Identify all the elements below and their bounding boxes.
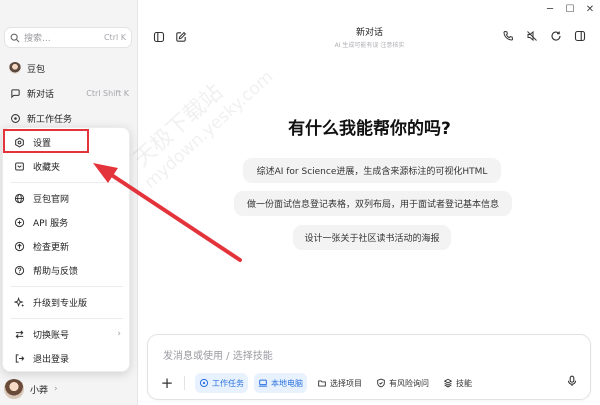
user-profile[interactable]: 小莽 › (4, 378, 58, 400)
chevron-right-icon: › (117, 329, 121, 339)
search-input[interactable]: 搜索... Ctrl K (4, 27, 132, 48)
tool-skills[interactable]: 技能 (439, 373, 476, 393)
menu-item-label: 设置 (33, 138, 52, 149)
project-icon (318, 380, 326, 387)
menu-divider (11, 318, 123, 319)
settings-menu: 设置 收藏夹 豆包官网 API 服务 检查更新 帮助与反馈 升级到专业版 切换账… (2, 127, 130, 372)
tool-label: 有风险询问 (389, 378, 429, 388)
sidebar-item-label: 新对话 (27, 89, 55, 100)
mute-icon[interactable] (526, 30, 538, 45)
window-controls: ─ ☐ ✕ (540, 0, 600, 18)
search-placeholder: 搜索... (24, 34, 51, 44)
api-icon (13, 216, 25, 228)
tool-label: 本地电脑 (271, 378, 303, 388)
suggestion-chip[interactable]: 设计一张关于社区读书活动的海报 (293, 225, 451, 250)
menu-item-label: 收藏夹 (33, 162, 61, 173)
composer-toolbar: + 工作任务 本地电脑 选择项目 有风险询问 技能 (160, 373, 476, 393)
menu-item-check-update[interactable]: 检查更新 (3, 234, 131, 258)
tool-local-computer[interactable]: 本地电脑 (254, 373, 307, 393)
menu-item-label: 帮助与反馈 (33, 266, 79, 277)
menu-divider (11, 182, 123, 183)
menu-divider (11, 286, 123, 287)
sidebar-item-doubao[interactable]: 豆包 (4, 58, 134, 78)
message-input[interactable]: 发消息或使用 / 选择技能 (163, 347, 273, 362)
menu-item-label: 检查更新 (33, 242, 70, 253)
tool-select-project[interactable]: 选择项目 (313, 373, 366, 393)
search-icon (10, 33, 20, 42)
menu-item-settings[interactable]: 设置 (3, 130, 131, 154)
menu-item-favorites[interactable]: 收藏夹 (3, 154, 131, 178)
tool-label: 技能 (456, 378, 472, 388)
suggestion-chip[interactable]: 做一份面试信息登记表格，双列布局，用于面试者登记基本信息 (234, 191, 512, 216)
phone-icon[interactable] (502, 30, 514, 45)
menu-item-logout[interactable]: 退出登录 (3, 346, 131, 370)
main-panel: 新对话 AI 生成可能有误 注意核实 有什么我能帮你的吗? 综述AI for S… (139, 0, 600, 405)
menu-item-help[interactable]: 帮助与反馈 (3, 258, 131, 282)
logout-icon (13, 352, 25, 364)
maximize-button[interactable]: ☐ (560, 0, 580, 18)
task-icon (9, 112, 21, 124)
refresh-icon[interactable] (550, 30, 562, 45)
sidebar-item-label: 新工作任务 (27, 114, 73, 125)
skills-icon (443, 378, 453, 388)
suggestion-chip[interactable]: 综述AI for Science进展，生成含来源标注的可视化HTML (243, 158, 501, 183)
sidebar-item-label: 豆包 (27, 64, 46, 75)
chevron-right-icon: › (54, 384, 58, 394)
switch-icon (13, 328, 25, 340)
task-icon (199, 378, 209, 388)
menu-item-label: 升级到专业版 (33, 298, 88, 309)
bookmark-icon (13, 160, 25, 172)
menu-item-api[interactable]: API 服务 (3, 210, 131, 234)
new-chat-icon (9, 87, 21, 99)
microphone-icon[interactable] (566, 375, 578, 390)
update-icon (13, 240, 25, 252)
tool-label: 工作任务 (212, 378, 244, 388)
toolbar-divider (184, 376, 185, 390)
gear-icon (13, 136, 25, 148)
menu-item-switch-account[interactable]: 切换账号 › (3, 322, 131, 346)
menu-item-label: API 服务 (33, 218, 69, 229)
panel-icon[interactable] (574, 30, 586, 45)
tool-label: 选择项目 (330, 378, 362, 388)
menu-item-website[interactable]: 豆包官网 (3, 186, 131, 210)
globe-icon (13, 192, 25, 204)
user-name: 小莽 (30, 385, 49, 396)
close-button[interactable]: ✕ (580, 0, 600, 18)
menu-item-label: 退出登录 (33, 354, 70, 365)
shield-icon (377, 378, 385, 388)
plus-icon[interactable]: + (160, 374, 174, 392)
avatar (4, 379, 24, 399)
sidebar-item-new-task[interactable]: 新工作任务 (4, 108, 134, 128)
menu-item-label: 切换账号 (33, 330, 70, 341)
sidebar-item-new-chat[interactable]: 新对话 Ctrl Shift K (4, 83, 134, 103)
search-shortcut: Ctrl K (103, 33, 126, 42)
hero-heading: 有什么我能帮你的吗? (288, 119, 451, 139)
doubao-avatar-icon (9, 62, 21, 74)
tool-work-task[interactable]: 工作任务 (195, 373, 248, 393)
help-icon (13, 264, 25, 276)
laptop-icon (258, 379, 268, 387)
menu-item-label: 豆包官网 (33, 194, 70, 205)
minimize-button[interactable]: ─ (540, 0, 560, 18)
new-chat-shortcut: Ctrl Shift K (86, 88, 129, 98)
sparkle-icon (13, 296, 25, 308)
tool-risk-ask[interactable]: 有风险询问 (372, 373, 433, 393)
message-composer[interactable]: 发消息或使用 / 选择技能 + 工作任务 本地电脑 选择项目 有风险询问 技能 (147, 334, 591, 400)
menu-item-upgrade[interactable]: 升级到专业版 (3, 290, 131, 314)
topbar-right (502, 30, 586, 45)
